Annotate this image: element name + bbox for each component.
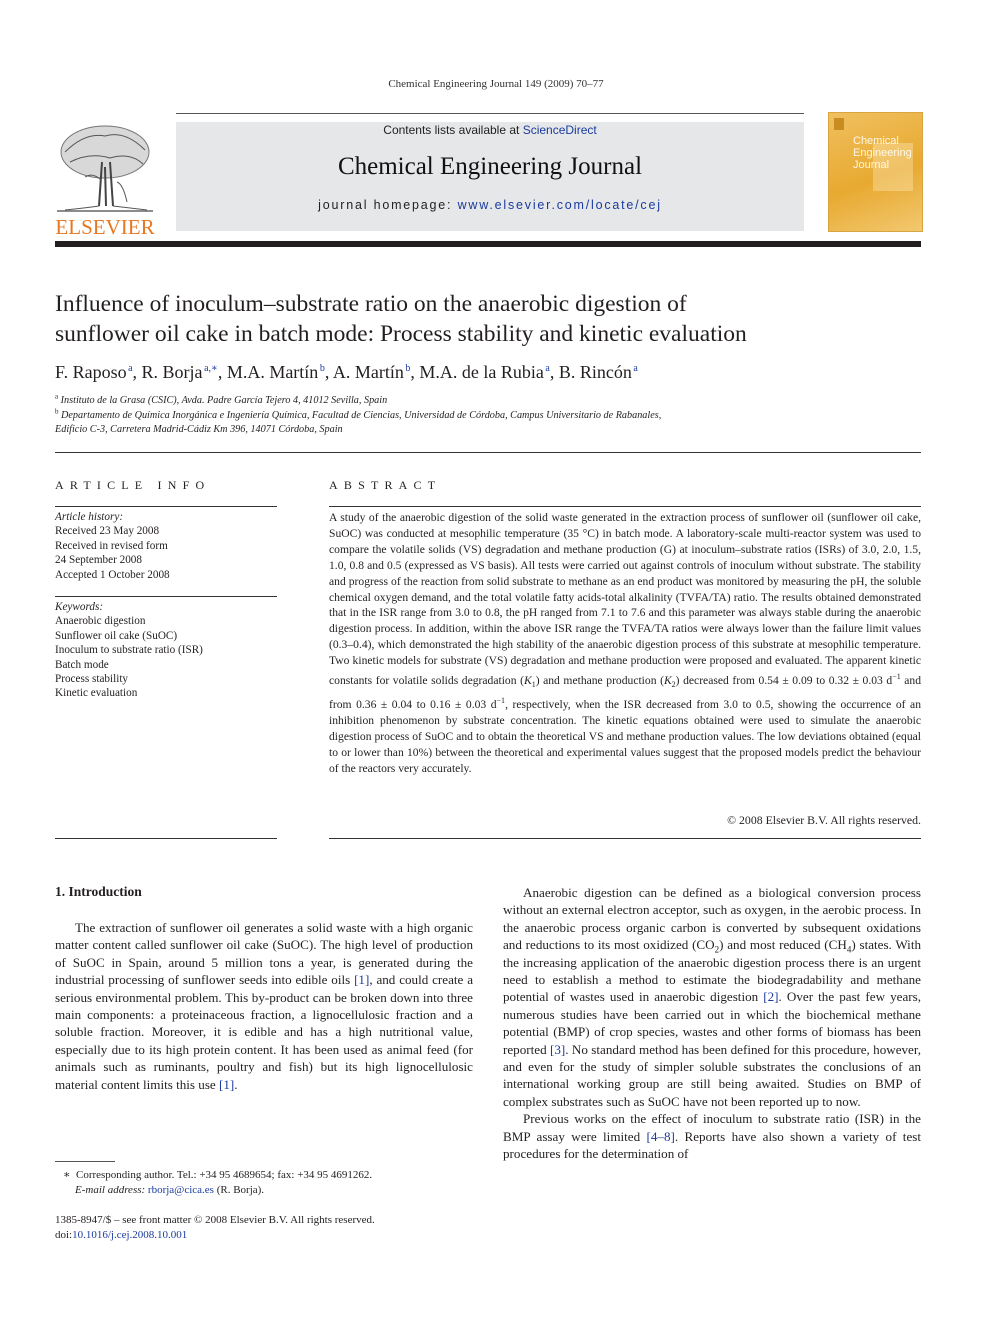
keyword: Kinetic evaluation xyxy=(55,687,138,700)
journal-title: Chemical Engineering Journal xyxy=(337,153,643,180)
footnote-rule xyxy=(55,1161,115,1162)
body-column-left: The extraction of sunflower oil generate… xyxy=(55,919,473,1093)
doi-link[interactable]: 10.1016/j.cej.2008.10.001 xyxy=(72,1229,187,1241)
copyright-notice: © 2008 Elsevier B.V. All rights reserved… xyxy=(727,813,921,827)
reference-link[interactable]: [2] xyxy=(763,989,778,1004)
keyword: Process stability xyxy=(55,673,129,686)
paragraph: The extraction of sunflower oil generate… xyxy=(55,920,474,1092)
cover-emblem-icon xyxy=(834,118,844,130)
journal-banner: Contents lists available at ScienceDirec… xyxy=(176,122,804,231)
contents-line: Contents lists available at ScienceDirec… xyxy=(383,123,597,137)
journal-cover-thumbnail[interactable]: Chemical Engineering Journal xyxy=(828,112,923,232)
elsevier-wordmark: ELSEVIER xyxy=(55,215,155,239)
sciencedirect-link[interactable]: ScienceDirect xyxy=(523,123,597,137)
author[interactable]: R. Borja a,∗ xyxy=(142,362,218,382)
abstract-bottom-rule xyxy=(329,838,921,839)
section-divider xyxy=(55,452,921,453)
author-list: F. Raposo a, R. Borja a,∗, M.A. Martín b… xyxy=(55,362,638,382)
article-info-heading: ARTICLE INFO xyxy=(55,478,211,492)
article-info-rule xyxy=(55,506,277,507)
affiliation-b-cont: Edificio C-3, Carretera Madrid-Cádiz Km … xyxy=(55,424,343,435)
abstract-rule xyxy=(329,506,921,507)
section-heading-introduction: 1. Introduction xyxy=(55,884,142,899)
abstract-heading: ABSTRACT xyxy=(329,478,442,492)
body-column-right: Anaerobic digestion can be defined as a … xyxy=(503,884,921,1163)
affiliation-b: b Departamento de Química Inorgánica e I… xyxy=(55,407,662,421)
keywords-rule xyxy=(55,596,277,597)
author[interactable]: A. Martín b xyxy=(333,362,411,382)
author[interactable]: B. Rincón a xyxy=(559,362,638,382)
keyword: Inoculum to substrate ratio (ISR) xyxy=(55,644,203,657)
top-rule xyxy=(176,113,804,114)
article-title: Influence of inoculum–substrate ratio on… xyxy=(55,291,747,347)
affiliations: a Instituto de la Grasa (CSIC), Avda. Pa… xyxy=(55,392,925,438)
reference-link[interactable]: [4–8] xyxy=(647,1129,675,1144)
keywords: Keywords: Anaerobic digestion Sunflower … xyxy=(55,600,277,701)
running-head: Chemical Engineering Journal 149 (2009) … xyxy=(388,78,604,90)
reference-link[interactable]: [3] xyxy=(550,1042,565,1057)
corresponding-author-footnote: ∗ Corresponding author. Tel.: +34 95 468… xyxy=(63,1169,373,1196)
reference-link[interactable]: [1] xyxy=(219,1077,234,1092)
cover-title: Chemical Engineering Journal xyxy=(853,135,912,171)
abstract-text: A study of the anaerobic digestion of th… xyxy=(329,511,922,775)
paragraph: Anaerobic digestion can be defined as a … xyxy=(503,885,922,1109)
front-matter: 1385-8947/$ – see front matter © 2008 El… xyxy=(55,1214,375,1241)
keyword: Sunflower oil cake (SuOC) xyxy=(55,629,178,642)
reference-link[interactable]: [1] xyxy=(354,972,369,987)
author[interactable]: F. Raposo a xyxy=(55,362,133,382)
author[interactable]: M.A. Martín b xyxy=(227,362,325,382)
elsevier-tree-icon xyxy=(57,125,153,212)
elsevier-logo[interactable]: ELSEVIER xyxy=(55,122,155,238)
email-link[interactable]: rborja@cica.es xyxy=(148,1184,214,1196)
paragraph: Previous works on the effect of inoculum… xyxy=(503,1111,921,1162)
affiliation-a: a Instituto de la Grasa (CSIC), Avda. Pa… xyxy=(55,392,388,406)
author[interactable]: M.A. de la Rubia a xyxy=(419,362,549,382)
keyword: Anaerobic digestion xyxy=(55,615,146,628)
header-thick-rule xyxy=(55,241,921,247)
homepage-link[interactable]: www.elsevier.com/locate/cej xyxy=(458,198,662,212)
homepage-line: journal homepage: www.elsevier.com/locat… xyxy=(318,198,662,212)
article-info-bottom-rule xyxy=(55,838,277,839)
keyword: Batch mode xyxy=(55,658,109,671)
article-history: Article history: Received 23 May 2008 Re… xyxy=(55,511,170,581)
